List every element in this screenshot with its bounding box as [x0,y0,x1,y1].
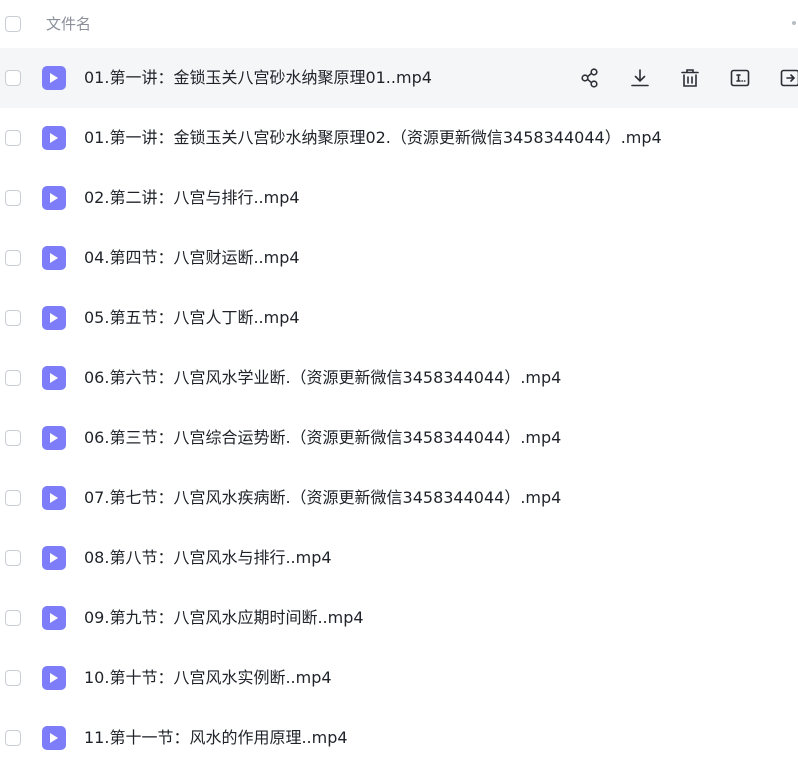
file-row[interactable]: 06.第六节：八宫风水学业断.（资源更新微信3458344044）.mp4 [0,348,798,408]
file-row[interactable]: 09.第九节：八宫风水应期时间断..mp4 [0,588,798,648]
file-row[interactable]: 02.第二讲：八宫与排行..mp4 [0,168,798,228]
file-name[interactable]: 05.第五节：八宫人丁断..mp4 [84,307,300,329]
file-row[interactable]: 08.第八节：八宫风水与排行..mp4 [0,528,798,588]
video-file-icon [42,366,66,390]
file-name[interactable]: 04.第四节：八宫财运断..mp4 [84,247,300,269]
file-row[interactable]: 04.第四节：八宫财运断..mp4 [0,228,798,288]
row-checkbox[interactable] [5,490,21,506]
download-icon[interactable] [628,66,652,90]
row-checkbox[interactable] [5,190,21,206]
video-file-icon [42,666,66,690]
video-file-icon [42,486,66,510]
video-file-icon [42,726,66,750]
file-row[interactable]: 01.第一讲：金锁玉关八宫砂水纳聚原理02.（资源更新微信3458344044）… [0,108,798,168]
file-name[interactable]: 06.第三节：八宫综合运势断.（资源更新微信3458344044）.mp4 [84,427,561,449]
file-name[interactable]: 09.第九节：八宫风水应期时间断..mp4 [84,607,364,629]
video-file-icon [42,66,66,90]
file-row[interactable]: 06.第三节：八宫综合运势断.（资源更新微信3458344044）.mp4 [0,408,798,468]
row-checkbox[interactable] [5,670,21,686]
file-row[interactable]: 01.第一讲：金锁玉关八宫砂水纳聚原理01..mp4 [0,48,798,108]
more-icon[interactable] [778,66,798,90]
row-checkbox[interactable] [5,610,21,626]
rename-icon[interactable] [728,66,752,90]
video-file-icon [42,186,66,210]
file-row[interactable]: 05.第五节：八宫人丁断..mp4 [0,288,798,348]
row-actions [578,48,798,108]
select-all-checkbox[interactable] [5,16,21,32]
file-name[interactable]: 06.第六节：八宫风水学业断.（资源更新微信3458344044）.mp4 [84,367,561,389]
file-name[interactable]: 11.第十一节：风水的作用原理..mp4 [84,727,348,749]
file-list: 01.第一讲：金锁玉关八宫砂水纳聚原理01..mp4 01.第一讲：金锁玉关八宫… [0,48,798,768]
column-header-filename[interactable]: 文件名 [46,14,91,34]
video-file-icon [42,606,66,630]
file-list-header: 文件名 [0,0,798,48]
row-checkbox[interactable] [5,730,21,746]
header-edge-marker [792,21,796,25]
file-name[interactable]: 10.第十节：八宫风水实例断..mp4 [84,667,332,689]
row-checkbox[interactable] [5,250,21,266]
share-icon[interactable] [578,66,602,90]
file-row[interactable]: 07.第七节：八宫风水疾病断.（资源更新微信3458344044）.mp4 [0,468,798,528]
file-row[interactable]: 10.第十节：八宫风水实例断..mp4 [0,648,798,708]
file-row[interactable]: 11.第十一节：风水的作用原理..mp4 [0,708,798,768]
video-file-icon [42,126,66,150]
video-file-icon [42,306,66,330]
video-file-icon [42,426,66,450]
row-checkbox[interactable] [5,550,21,566]
file-name[interactable]: 08.第八节：八宫风水与排行..mp4 [84,547,332,569]
row-checkbox[interactable] [5,70,21,86]
file-name[interactable]: 01.第一讲：金锁玉关八宫砂水纳聚原理02.（资源更新微信3458344044）… [84,127,662,149]
video-file-icon [42,546,66,570]
row-checkbox[interactable] [5,310,21,326]
row-checkbox[interactable] [5,130,21,146]
row-checkbox[interactable] [5,430,21,446]
file-name[interactable]: 01.第一讲：金锁玉关八宫砂水纳聚原理01..mp4 [84,67,432,89]
video-file-icon [42,246,66,270]
file-name[interactable]: 02.第二讲：八宫与排行..mp4 [84,187,300,209]
file-name[interactable]: 07.第七节：八宫风水疾病断.（资源更新微信3458344044）.mp4 [84,487,561,509]
delete-icon[interactable] [678,66,702,90]
row-checkbox[interactable] [5,370,21,386]
